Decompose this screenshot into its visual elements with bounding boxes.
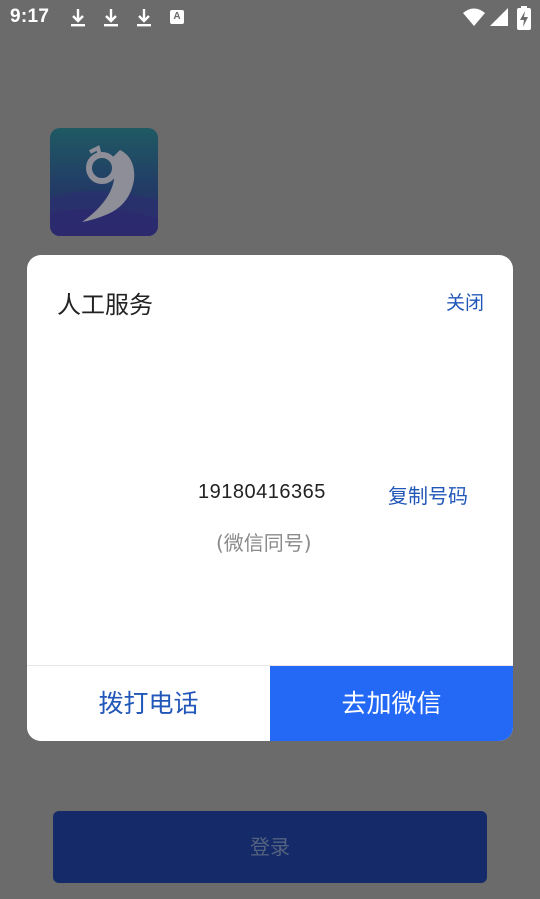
- call-phone-button[interactable]: 拨打电话: [27, 666, 270, 741]
- customer-service-dialog: 人工服务 关闭 19180416365 复制号码 (微信同号) 拨打电话 去加微…: [27, 255, 513, 741]
- a-icon: A: [170, 10, 184, 24]
- status-time: 9:17: [10, 6, 50, 27]
- dialog-title: 人工服务: [57, 291, 153, 319]
- download-icon: [71, 9, 85, 27]
- download-icon: [137, 9, 151, 27]
- copy-number-button[interactable]: 复制号码: [388, 480, 468, 509]
- close-button[interactable]: 关闭: [446, 288, 484, 315]
- login-button[interactable]: 登录: [53, 811, 487, 883]
- dialog-footer: 拨打电话 去加微信: [27, 665, 513, 741]
- wechat-same-number-note: (微信同号): [216, 531, 312, 555]
- phone-number: 19180416365: [198, 481, 326, 503]
- app-logo-icon: [50, 128, 158, 236]
- add-wechat-button[interactable]: 去加微信: [270, 666, 513, 741]
- battery-charging-icon: [517, 6, 531, 30]
- download-icon: [104, 9, 118, 27]
- signal-icon: [490, 8, 508, 26]
- status-bar: 9:17 A: [0, 0, 540, 36]
- wifi-icon: [463, 8, 485, 26]
